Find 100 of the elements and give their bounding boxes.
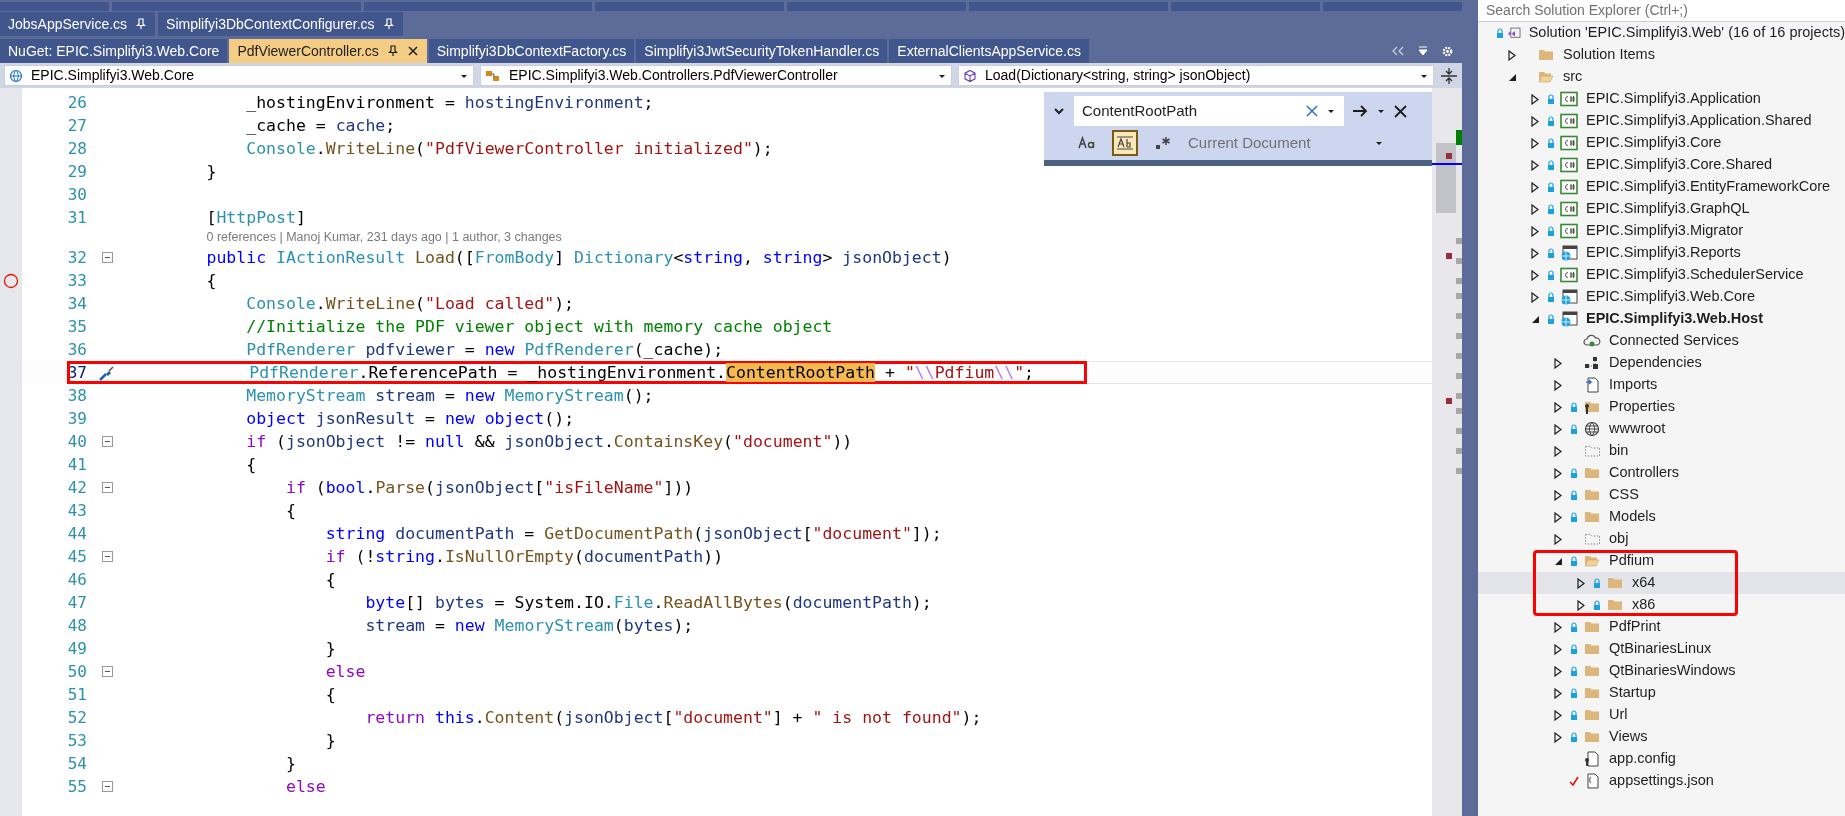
collapse-icon[interactable] xyxy=(101,436,113,447)
tree-item[interactable]: EPIC.Simplifyi3.Web.Core xyxy=(1478,286,1845,308)
settings-icon[interactable] xyxy=(1441,44,1454,58)
tree-item[interactable]: Dependencies xyxy=(1478,352,1845,374)
search-field[interactable]: Search Solution Explorer (Ctrl+;) xyxy=(1478,0,1845,22)
tree-item[interactable]: Startup xyxy=(1478,682,1845,704)
collapsed-arrow-icon[interactable] xyxy=(1554,665,1562,677)
tree-item[interactable]: obj xyxy=(1478,528,1845,550)
screwdriver-icon[interactable] xyxy=(98,363,116,382)
split-icon[interactable] xyxy=(1440,65,1458,86)
collapse-icon[interactable] xyxy=(101,781,113,792)
collapsed-arrow-icon[interactable] xyxy=(1531,247,1539,259)
collapsed-arrow-icon[interactable] xyxy=(1554,643,1562,655)
scroll-left-icon[interactable] xyxy=(1391,45,1405,57)
collapsed-arrow-icon[interactable] xyxy=(1554,401,1562,413)
pin-icon[interactable] xyxy=(386,45,399,57)
collapse-icon[interactable] xyxy=(101,252,113,263)
document-tab[interactable]: PdfViewerController.cs xyxy=(229,39,427,63)
tree-item[interactable]: CSS xyxy=(1478,484,1845,506)
tree-item[interactable]: Models xyxy=(1478,506,1845,528)
tree-item[interactable]: app.config xyxy=(1478,748,1845,770)
collapsed-arrow-icon[interactable] xyxy=(1531,137,1539,149)
collapsed-arrow-icon[interactable] xyxy=(1508,49,1516,61)
tree-item[interactable]: appsettings.json xyxy=(1478,770,1845,792)
tree-item[interactable]: EPIC.Simplifyi3.Application xyxy=(1478,88,1845,110)
tree-item[interactable]: EPIC.Simplifyi3.Reports xyxy=(1478,242,1845,264)
document-tab[interactable]: Simplifyi3DbContextFactory.cs xyxy=(428,39,635,63)
tree-item[interactable]: Controllers xyxy=(1478,462,1845,484)
tree-item[interactable]: Properties xyxy=(1478,396,1845,418)
clear-icon[interactable] xyxy=(1306,105,1318,117)
tree-item[interactable]: EPIC.Simplifyi3.Core.Shared xyxy=(1478,154,1845,176)
collapsed-arrow-icon[interactable] xyxy=(1554,357,1562,369)
search-field[interactable]: ContentRootPath xyxy=(1074,96,1344,126)
collapsed-arrow-icon[interactable] xyxy=(1531,115,1539,127)
tree-item[interactable]: src xyxy=(1478,66,1845,88)
tree-item[interactable]: EPIC.Simplifyi3.Core xyxy=(1478,132,1845,154)
tree-item[interactable]: EPIC.Simplifyi3.Migrator xyxy=(1478,220,1845,242)
collapsed-arrow-icon[interactable] xyxy=(1554,511,1562,523)
tree-item[interactable]: Solution Items xyxy=(1478,44,1845,66)
tree-item[interactable]: EPIC.Simplifyi3.SchedulerService xyxy=(1478,264,1845,286)
collapsed-arrow-icon[interactable] xyxy=(1554,621,1562,633)
collapsed-arrow-icon[interactable] xyxy=(1554,423,1562,435)
collapsed-arrow-icon[interactable] xyxy=(1531,93,1539,105)
document-tab[interactable]: Simplifyi3DbContextConfigurer.cs xyxy=(158,12,403,36)
collapsed-arrow-icon[interactable] xyxy=(1554,489,1562,501)
tree-item[interactable]: wwwroot xyxy=(1478,418,1845,440)
code-lens[interactable]: 0 references | Manoj Kumar, 231 days ago | 1 author, 3 changes xyxy=(206,228,562,247)
close-icon[interactable] xyxy=(1394,104,1407,118)
collapsed-arrow-icon[interactable] xyxy=(1554,379,1562,391)
document-tab[interactable]: ExternalClientsAppService.cs xyxy=(889,39,1089,63)
vertical-scrollbar[interactable] xyxy=(1432,88,1462,816)
collapsed-arrow-icon[interactable] xyxy=(1531,203,1539,215)
document-tab[interactable]: JobsAppService.cs xyxy=(0,12,156,36)
collapse-icon[interactable] xyxy=(101,551,113,562)
dropdown-icon[interactable] xyxy=(1417,45,1429,57)
expanded-arrow-icon[interactable] xyxy=(1530,314,1540,324)
collapsed-arrow-icon[interactable] xyxy=(1554,709,1562,721)
tree-item[interactable]: EPIC.Simplifyi3.Application.Shared xyxy=(1478,110,1845,132)
tree-item[interactable]: PdfPrint xyxy=(1478,616,1845,638)
collapsed-arrow-icon[interactable] xyxy=(1531,159,1539,171)
collapsed-arrow-icon[interactable] xyxy=(1577,577,1585,589)
tree-item[interactable]: Imports xyxy=(1478,374,1845,396)
tree-item[interactable]: Pdfium xyxy=(1478,550,1845,572)
collapsed-arrow-icon[interactable] xyxy=(1554,731,1562,743)
code-line: _hostingEnvironment = hostingEnvironment; xyxy=(245,92,654,113)
tree-item[interactable]: EPIC.Simplifyi3.EntityFrameworkCore xyxy=(1478,176,1845,198)
find-next-icon[interactable] xyxy=(1352,104,1368,118)
close-icon[interactable] xyxy=(406,45,419,57)
tree-item[interactable]: QtBinariesLinux xyxy=(1478,638,1845,660)
collapsed-arrow-icon[interactable] xyxy=(1554,445,1562,457)
tree-item[interactable]: EPIC.Simplifyi3.Web.Host xyxy=(1478,308,1845,330)
expanded-arrow-icon[interactable] xyxy=(1507,72,1517,82)
collapsed-arrow-icon[interactable] xyxy=(1554,687,1562,699)
collapsed-arrow-icon[interactable] xyxy=(1554,533,1562,545)
tree-item[interactable]: x86 xyxy=(1478,594,1845,616)
collapse-icon[interactable] xyxy=(101,666,113,677)
expanded-arrow-icon[interactable] xyxy=(1553,556,1563,566)
navigation-dropdown[interactable]: EPIC.Simplifyi3.Web.Controllers.PdfViewerController xyxy=(480,65,952,86)
navigation-dropdown[interactable]: Load(Dictionary<string, string> jsonObject) xyxy=(958,65,1434,86)
collapsed-arrow-icon[interactable] xyxy=(1531,269,1539,281)
collapsed-arrow-icon[interactable] xyxy=(1554,467,1562,479)
tree-item[interactable]: Url xyxy=(1478,704,1845,726)
breakpoint-icon[interactable] xyxy=(3,272,19,289)
collapsed-arrow-icon[interactable] xyxy=(1531,225,1539,237)
document-tab[interactable]: NuGet: EPIC.Simplifyi3.Web.Core xyxy=(0,39,228,63)
collapse-icon[interactable] xyxy=(101,482,113,493)
tree-item[interactable]: EPIC.Simplifyi3.GraphQL xyxy=(1478,198,1845,220)
collapsed-arrow-icon[interactable] xyxy=(1531,291,1539,303)
document-tab[interactable]: Simplifyi3JwtSecurityTokenHandler.cs xyxy=(636,39,888,63)
whole-word-icon[interactable] xyxy=(1112,130,1138,156)
tree-item[interactable]: QtBinariesWindows xyxy=(1478,660,1845,682)
tree-item[interactable]: x64 xyxy=(1478,572,1845,594)
collapsed-arrow-icon[interactable] xyxy=(1531,181,1539,193)
tree-item[interactable]: bin xyxy=(1478,440,1845,462)
tree-item[interactable]: Solution 'EPIC.Simplifyi3.Web' (16 of 16 projects) xyxy=(1478,22,1845,44)
tree-item[interactable]: Connected Services xyxy=(1478,330,1845,352)
tree-item[interactable]: Views xyxy=(1478,726,1845,748)
collapsed-arrow-icon[interactable] xyxy=(1577,599,1585,611)
navigation-dropdown[interactable]: EPIC.Simplifyi3.Web.Core xyxy=(4,65,474,86)
pin-icon[interactable] xyxy=(135,18,148,30)
